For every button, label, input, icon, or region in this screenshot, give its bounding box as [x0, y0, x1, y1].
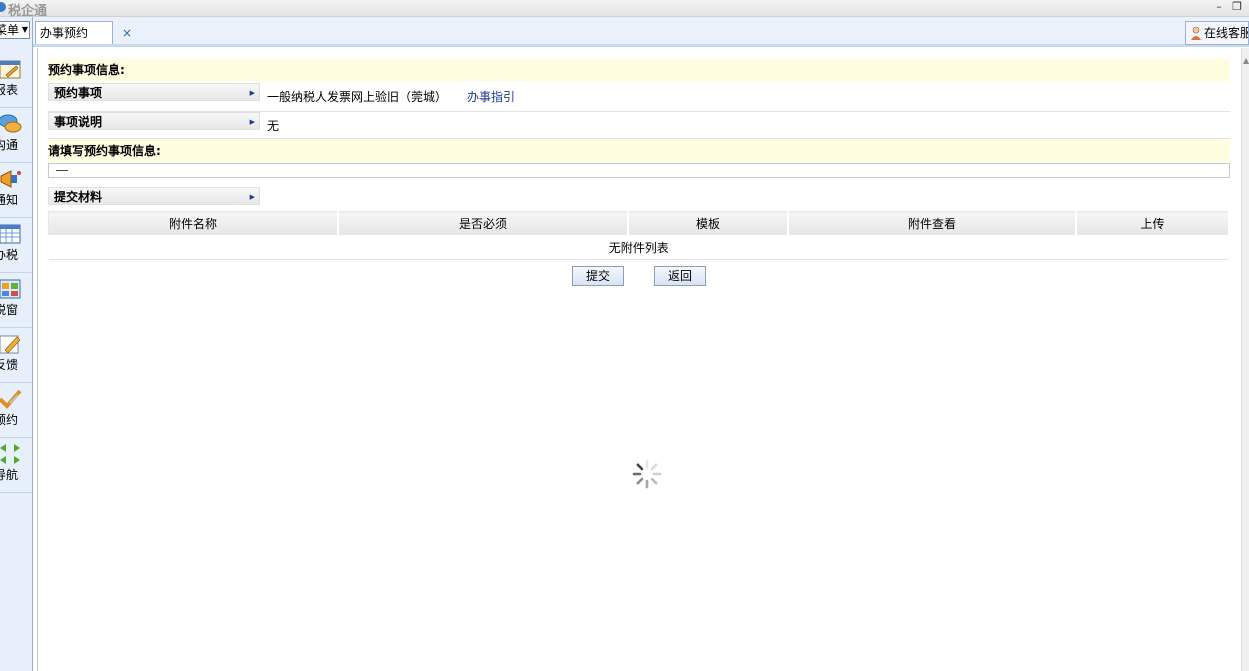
chat-bubbles-icon [0, 114, 22, 133]
guide-link[interactable]: 办事指引 [467, 88, 515, 105]
sidebar-item-appointment[interactable]: 预约 [0, 383, 32, 438]
sidebar-item-report[interactable]: 报表 [0, 53, 32, 108]
table-row: 无附件列表 [48, 234, 1229, 260]
appointment-item-value: 一般纳税人发票网上验旧（莞城） [267, 90, 448, 104]
column-header-required: 是否必须 [337, 211, 629, 235]
sidebar-item-label: 办税 [0, 248, 19, 262]
sidebar-item-label: 报表 [0, 83, 19, 97]
loading-spinner-icon [632, 459, 662, 489]
sidebar-item-label: 通知 [0, 193, 19, 207]
sidebar-item-tax-window[interactable]: 税窗 [0, 273, 32, 328]
edit-pencil-icon [0, 335, 21, 354]
field-label-description: 事项说明 ▶ [48, 112, 260, 130]
sidebar-item-feedback[interactable]: 反馈 [0, 328, 32, 383]
section-fill-info: 请填写预约事项信息: [48, 140, 1230, 162]
menu-dropdown-value: 菜单 [0, 23, 20, 37]
check-pen-icon [0, 389, 22, 409]
sidebar-item-navigation[interactable]: 导航 [0, 438, 32, 493]
triangle-icon: ▶ [249, 193, 255, 201]
field-label-item: 预约事项 ▶ [48, 83, 260, 101]
restore-button[interactable]: ❐ [1230, 0, 1244, 14]
grid-form-icon [0, 224, 21, 244]
tab-bar: 办事预约 × 在线客服 [33, 17, 1249, 47]
tab-appointment[interactable]: 办事预约 × [35, 21, 132, 44]
empty-table-message: 无附件列表 [48, 234, 1229, 260]
megaphone-icon [0, 170, 21, 188]
section-appointment-info: 预约事项信息: [48, 59, 1230, 81]
divider [48, 138, 1230, 139]
title-bar: 税企通 – ❐ [0, 0, 1249, 19]
field-label-materials: 提交材料 ▶ [48, 187, 260, 205]
sidebar-item-label: 导航 [0, 468, 19, 482]
submit-button[interactable]: 提交 [572, 266, 624, 286]
sidebar-item-chat[interactable]: 沟通 [0, 108, 32, 163]
app-logo-icon [0, 2, 6, 12]
tab-label: 办事预约 [40, 26, 89, 40]
sidebar-item-notice[interactable]: 通知 [0, 163, 32, 218]
chevron-down-icon: ▼ [21, 25, 28, 34]
close-icon[interactable]: × [122, 22, 132, 44]
person-icon [1191, 26, 1201, 40]
sidebar-item-label: 预约 [0, 413, 19, 427]
column-header-template: 模板 [627, 211, 789, 235]
field-label-text: 事项说明 [54, 115, 103, 129]
report-icon [0, 60, 21, 79]
attachments-table: 附件名称 是否必须 模板 附件查看 上传 无附件列表 [48, 211, 1230, 260]
online-service-label: 在线客服 [1204, 26, 1249, 40]
section-title: 预约事项信息: [48, 63, 125, 77]
field-label-text: 预约事项 [54, 86, 103, 100]
sidebar-item-label: 沟通 [0, 138, 19, 152]
scroll-up-icon[interactable]: ▲ [1243, 56, 1249, 65]
window-tiles-icon [0, 279, 21, 299]
online-service-button[interactable]: 在线客服 [1185, 21, 1249, 45]
sidebar-item-label: 税窗 [0, 303, 19, 317]
sidebar: 菜单 ▼ 报表 沟通 通知 办税 [0, 17, 33, 671]
sidebar-item-label: 反馈 [0, 358, 19, 372]
field-label-text: 提交材料 [54, 190, 103, 204]
sidebar-item-tax[interactable]: 办税 [0, 218, 32, 273]
back-button[interactable]: 返回 [654, 266, 706, 286]
table-header-row: 附件名称 是否必须 模板 附件查看 上传 [48, 211, 1230, 235]
vertical-scrollbar[interactable]: ▲ [1241, 48, 1249, 671]
triangle-icon: ▶ [249, 89, 255, 97]
menu-dropdown[interactable]: 菜单 ▼ [0, 21, 30, 39]
triangle-icon: ▶ [249, 118, 255, 126]
column-header-attachment-name: 附件名称 [48, 211, 339, 235]
description-value: 无 [267, 119, 280, 133]
arrows-navigation-icon [0, 444, 20, 464]
column-header-view: 附件查看 [787, 211, 1077, 235]
minimize-button[interactable]: – [1212, 0, 1226, 14]
input-caret [56, 170, 68, 171]
appointment-info-input[interactable] [48, 163, 1230, 178]
column-header-upload: 上传 [1075, 211, 1230, 235]
section-title: 请填写预约事项信息: [48, 144, 161, 158]
